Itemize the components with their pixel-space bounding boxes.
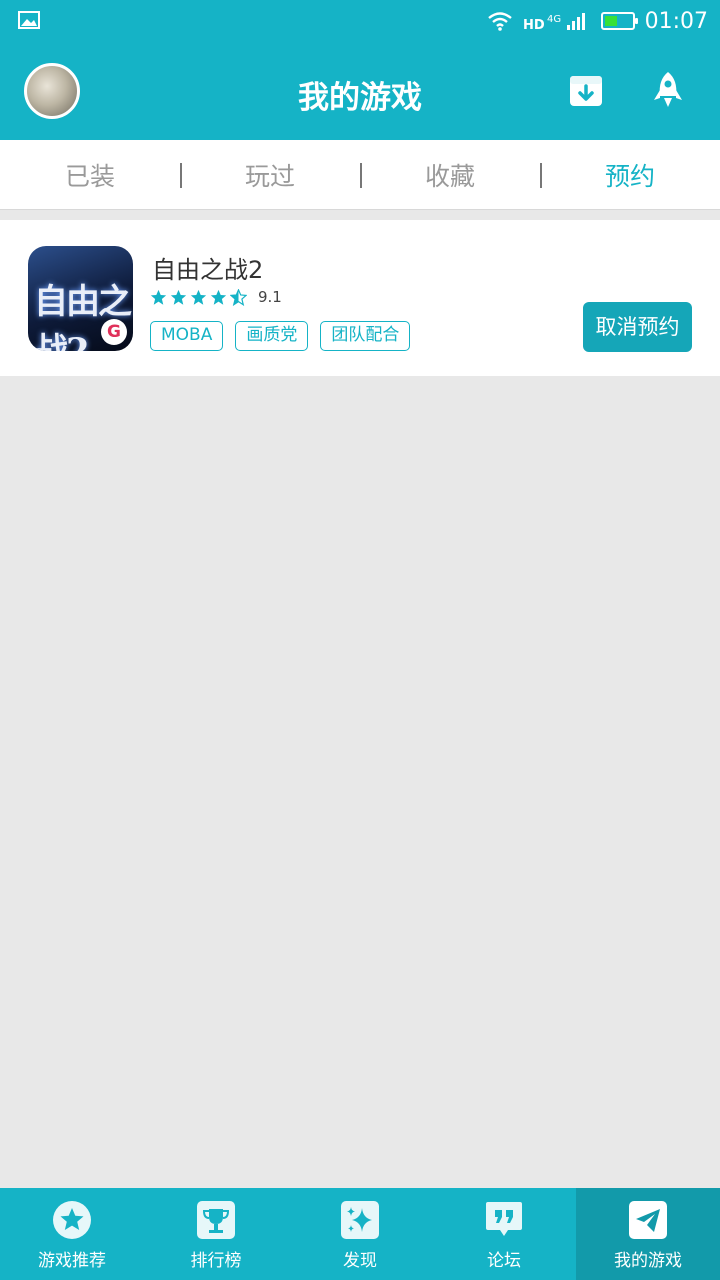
star-half-icon: [230, 288, 247, 306]
rocket-icon[interactable]: [650, 70, 686, 110]
bottom-nav: 游戏推荐 排行榜 发现 论坛 我的游戏: [0, 1188, 720, 1280]
nav-item-discover[interactable]: 发现: [288, 1188, 432, 1280]
cancel-reservation-button[interactable]: 取消预约: [583, 302, 692, 352]
game-icon-badge: G: [101, 319, 127, 345]
status-bar: HD 4G 01:07: [0, 0, 720, 42]
nav-label: 排行榜: [190, 1251, 242, 1271]
image-icon: [18, 11, 40, 29]
network-label: 4G: [547, 14, 561, 25]
nav-label: 游戏推荐: [38, 1251, 106, 1271]
game-list: 自由之战2 G 自由之战2 9.1 MOBA 画质党 团队配合 取消预约: [0, 220, 720, 376]
nav-item-recommended[interactable]: 游戏推荐: [0, 1188, 144, 1280]
star-full-icon: [190, 289, 207, 305]
rating: 9.1: [150, 288, 282, 306]
quote-bubble-icon: [486, 1202, 522, 1236]
nav-label: 我的游戏: [614, 1251, 682, 1271]
star-full-icon: [210, 289, 227, 305]
header: 我的游戏: [0, 42, 720, 140]
tag-list: MOBA 画质党 团队配合: [150, 321, 411, 351]
wifi-icon: [487, 12, 512, 31]
nav-label: 发现: [343, 1251, 377, 1271]
page-title: 我的游戏: [298, 80, 422, 116]
list-item[interactable]: 自由之战2 G 自由之战2 9.1 MOBA 画质党 团队配合 取消预约: [0, 220, 720, 376]
star-full-icon: [150, 289, 167, 305]
nav-item-my-games[interactable]: 我的游戏: [576, 1188, 720, 1280]
download-icon[interactable]: [568, 70, 604, 110]
battery-level: [604, 16, 618, 26]
tab-played[interactable]: 玩过: [180, 140, 360, 209]
tab-favorites[interactable]: 收藏: [360, 140, 540, 209]
paper-plane-icon: [629, 1201, 667, 1239]
hd-label: HD: [523, 18, 545, 33]
tab-installed[interactable]: 已装: [0, 140, 180, 209]
tab-bar: 已装 玩过 收藏 预约: [0, 140, 720, 210]
tag[interactable]: 画质党: [235, 321, 309, 351]
tab-reserved[interactable]: 预约: [540, 140, 720, 209]
tag[interactable]: 团队配合: [320, 321, 411, 351]
star-icon: [53, 1201, 91, 1239]
status-time: 01:07: [644, 8, 708, 34]
nav-item-forum[interactable]: 论坛: [432, 1188, 576, 1280]
top-bar: HD 4G 01:07 我的游戏: [0, 0, 720, 140]
game-icon[interactable]: 自由之战2 G: [28, 246, 133, 351]
trophy-icon: [197, 1201, 235, 1239]
battery-icon: [600, 12, 638, 30]
nav-label: 论坛: [487, 1251, 521, 1271]
sparkle-icon: [341, 1201, 379, 1239]
rating-value: 9.1: [258, 288, 282, 306]
game-name[interactable]: 自由之战2: [152, 250, 263, 285]
status-icons: HD 4G 01:07: [487, 8, 708, 34]
nav-item-ranking[interactable]: 排行榜: [144, 1188, 288, 1280]
hd-4g-signal-icon: HD 4G: [523, 13, 585, 33]
star-full-icon: [170, 289, 187, 305]
tag[interactable]: MOBA: [150, 321, 224, 351]
